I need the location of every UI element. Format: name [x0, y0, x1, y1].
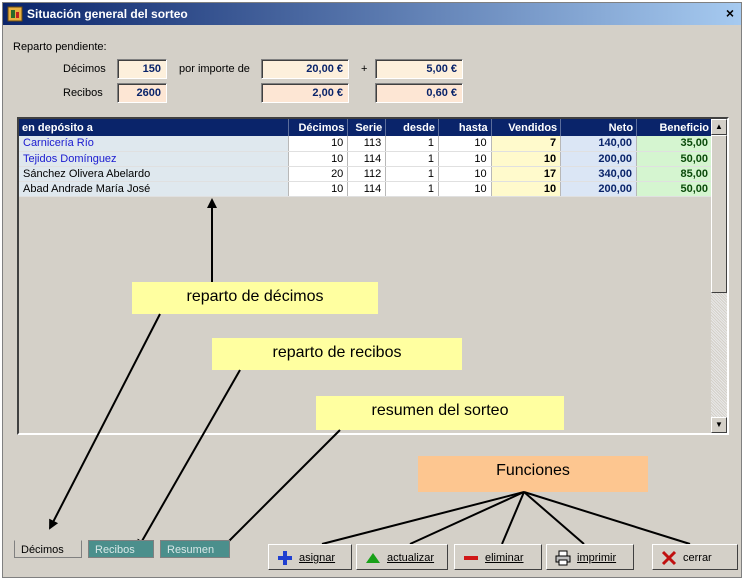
col-header-vendidos[interactable]: Vendidos	[491, 119, 562, 136]
cell-neto: 200,00	[560, 181, 638, 197]
cell-name[interactable]: Abad Andrade María José	[19, 181, 290, 197]
cell-vendidos[interactable]: 17	[491, 166, 562, 182]
callout-funciones: Funciones	[418, 456, 648, 492]
cell-hasta[interactable]: 10	[438, 136, 492, 152]
decimos-value-field[interactable]: 150	[117, 59, 167, 79]
por-importe-label: por importe de	[179, 63, 250, 75]
recibos-label: Recibos	[63, 87, 103, 99]
cell-neto: 140,00	[560, 136, 638, 152]
cell-beneficio: 85,00	[636, 166, 713, 182]
cell-decimos[interactable]: 10	[288, 181, 349, 197]
callout-resumen-sorteo: resumen del sorteo	[316, 396, 564, 430]
minus-icon	[464, 556, 478, 560]
cell-desde[interactable]: 1	[385, 151, 439, 167]
cell-desde[interactable]: 1	[385, 181, 439, 197]
vertical-scrollbar[interactable]: ▲ ▼	[711, 119, 727, 433]
grid-header-row: en depósito a Décimos Serie desde hasta …	[19, 119, 713, 136]
asignar-label: asignar	[299, 552, 336, 564]
plus-label: +	[361, 63, 368, 75]
cell-serie[interactable]: 112	[347, 166, 387, 182]
cell-beneficio: 50,00	[636, 181, 713, 197]
col-header-serie[interactable]: Serie	[347, 119, 387, 136]
close-x-icon	[661, 550, 677, 566]
printer-icon	[555, 550, 571, 566]
cell-desde[interactable]: 1	[385, 166, 439, 182]
cell-serie[interactable]: 113	[347, 136, 387, 152]
callout-reparto-decimos: reparto de décimos	[132, 282, 378, 314]
cell-neto: 340,00	[560, 166, 638, 182]
col-header-beneficio[interactable]: Beneficio	[636, 119, 713, 136]
cell-neto: 200,00	[560, 151, 638, 167]
plus-icon	[278, 551, 292, 565]
cell-name[interactable]: Tejidos Domínguez	[19, 151, 290, 167]
recibos-value-field[interactable]: 2600	[117, 83, 167, 103]
col-header-desde[interactable]: desde	[385, 119, 439, 136]
actualizar-button[interactable]: actualizar	[356, 544, 448, 570]
decimos-label: Décimos	[63, 63, 106, 75]
cell-vendidos[interactable]: 10	[491, 151, 562, 167]
col-header-hasta[interactable]: hasta	[438, 119, 492, 136]
cell-vendidos[interactable]: 10	[491, 181, 562, 197]
decimos-importe-field[interactable]: 20,00 €	[261, 59, 349, 79]
table-row[interactable]: Carnicería Río 10 113 1 10 7 140,00 35,0…	[19, 136, 713, 152]
decimos-extra-field[interactable]: 5,00 €	[375, 59, 463, 79]
cerrar-button[interactable]: cerrar	[652, 544, 738, 570]
cell-serie[interactable]: 114	[347, 181, 387, 197]
cell-serie[interactable]: 114	[347, 151, 387, 167]
tab-resumen[interactable]: Resumen	[160, 540, 230, 558]
deposit-table: en depósito a Décimos Serie desde hasta …	[19, 119, 713, 197]
eliminar-label: eliminar	[485, 552, 524, 564]
scroll-thumb[interactable]	[711, 135, 727, 293]
triangle-up-icon	[366, 553, 380, 563]
col-header-decimos[interactable]: Décimos	[288, 119, 349, 136]
close-icon[interactable]: ×	[722, 6, 738, 21]
recibos-extra-field[interactable]: 0,60 €	[375, 83, 463, 103]
deposit-grid[interactable]: en depósito a Décimos Serie desde hasta …	[17, 117, 729, 435]
cell-beneficio: 35,00	[636, 136, 713, 152]
tab-decimos[interactable]: Décimos	[14, 540, 82, 558]
cell-beneficio: 50,00	[636, 151, 713, 167]
actualizar-label: actualizar	[387, 552, 435, 564]
table-row[interactable]: Abad Andrade María José 10 114 1 10 10 2…	[19, 181, 713, 197]
scroll-up-icon[interactable]: ▲	[711, 119, 727, 135]
table-row[interactable]: Sánchez Olivera Abelardo 20 112 1 10 17 …	[19, 166, 713, 182]
scroll-down-icon[interactable]: ▼	[711, 417, 727, 433]
cell-decimos[interactable]: 20	[288, 166, 349, 182]
reparto-heading: Reparto pendiente:	[13, 41, 107, 53]
table-row[interactable]: Tejidos Domínguez 10 114 1 10 10 200,00 …	[19, 151, 713, 167]
cell-decimos[interactable]: 10	[288, 151, 349, 167]
cell-name[interactable]: Carnicería Río	[19, 136, 290, 152]
cell-desde[interactable]: 1	[385, 136, 439, 152]
title-bar: Situación general del sorteo ×	[3, 3, 741, 25]
cell-hasta[interactable]: 10	[438, 151, 492, 167]
asignar-button[interactable]: asignar	[268, 544, 352, 570]
app-icon	[7, 6, 23, 22]
eliminar-button[interactable]: eliminar	[454, 544, 542, 570]
callout-reparto-recibos: reparto de recibos	[212, 338, 462, 370]
tab-recibos[interactable]: Recibos	[88, 540, 154, 558]
cell-vendidos[interactable]: 7	[491, 136, 562, 152]
cell-hasta[interactable]: 10	[438, 181, 492, 197]
col-header-neto[interactable]: Neto	[560, 119, 638, 136]
cell-decimos[interactable]: 10	[288, 136, 349, 152]
cerrar-label: cerrar	[683, 552, 712, 564]
recibos-importe-field[interactable]: 2,00 €	[261, 83, 349, 103]
imprimir-button[interactable]: imprimir	[546, 544, 634, 570]
cell-hasta[interactable]: 10	[438, 166, 492, 182]
imprimir-label: imprimir	[577, 552, 617, 564]
col-header-deposito[interactable]: en depósito a	[19, 119, 290, 136]
cell-name[interactable]: Sánchez Olivera Abelardo	[19, 166, 290, 182]
window-title: Situación general del sorteo	[27, 7, 188, 21]
